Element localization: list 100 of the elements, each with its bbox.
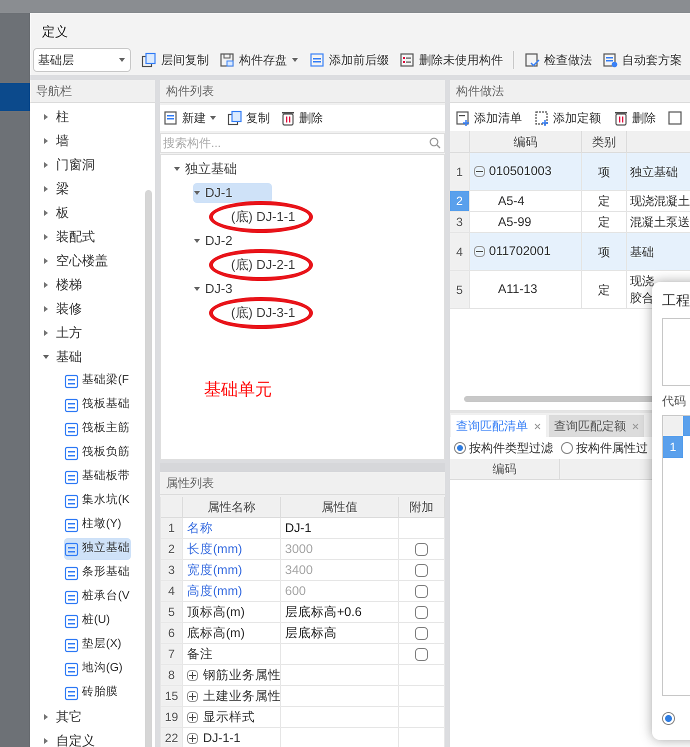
tree-item[interactable]: (底) DJ-2-1 [213,255,300,275]
nav-item[interactable]: 基础 [30,345,155,369]
caret-icon [291,56,299,64]
checkbox[interactable] [415,606,428,618]
table-cell: 备注 [183,644,281,665]
tree-item[interactable]: DJ-3 [193,279,236,299]
toolbar-button[interactable]: 删除 [280,109,323,127]
nav-item[interactable]: 空心楼盖 [30,249,155,273]
row-number[interactable]: 5 [450,271,470,309]
toolbar-button[interactable]: 添加清单 [455,109,522,127]
expand-toggle[interactable] [187,712,198,722]
tree-item[interactable]: (底) DJ-3-1 [213,303,300,323]
nav-subitem[interactable]: 垫层(X) [64,634,122,656]
document-gear-icon [602,52,618,68]
row-number: 22 [161,728,183,747]
nav-subitem[interactable]: 筏板主筋 [64,418,131,440]
row-number[interactable]: 4 [450,233,470,271]
tab[interactable]: 查询匹配清单 [451,415,546,437]
row-number: 19 [161,707,183,728]
toolbar-button[interactable]: 删除 [613,109,656,127]
plus-icon [189,672,196,678]
checkbox[interactable] [415,564,428,576]
nav-item[interactable]: 门窗洞 [30,153,155,177]
column-header: 属性值 [281,497,399,518]
tree-item[interactable]: (底) DJ-1-1 [213,207,300,227]
caret-down-icon [193,285,201,293]
toolbar-button[interactable]: 新建 [163,109,217,127]
nav-subitem[interactable]: 筏板负筋 [64,442,131,464]
toolbar-button[interactable]: 删除未使用构件 [399,50,503,68]
floor-select[interactable]: 基础层 [33,48,131,72]
nav-subitem[interactable]: 筏板基础 [64,394,131,416]
column-header: 编码 [470,131,582,153]
nav-subitem[interactable]: 基础梁(F [64,370,130,392]
toolbar-button[interactable]: 复制 [227,109,270,127]
table-cell-text: 混凝土泵送 [630,214,690,231]
caret-right-icon [42,713,50,721]
nav-subitem[interactable]: 桩(U) [64,610,111,632]
radio-button[interactable] [454,442,466,454]
scrollbar[interactable] [145,190,152,747]
nav-subitem[interactable]: 桩承台(V [64,586,130,608]
caret-right-icon [42,185,50,193]
expand-toggle[interactable] [187,732,198,744]
nav-subitem[interactable]: 地沟(G) [64,658,124,680]
caret-icon [118,56,126,64]
radio-option[interactable]: 按构件类型过滤 [454,439,553,457]
tree-item[interactable]: DJ-2 [193,231,236,251]
toolbar-button[interactable]: 自动套方案 [602,50,682,68]
checkbox[interactable] [415,626,428,640]
component-icon [64,686,79,700]
nav-subitem[interactable]: 柱墩(Y) [64,514,122,536]
nav-item[interactable]: 柱 [30,105,155,129]
nav-subitem[interactable]: 独立基础 [64,538,131,560]
row-number: 3 [161,560,183,581]
row-number[interactable]: 3 [450,212,470,233]
expand-toggle[interactable] [187,670,198,680]
nav-item[interactable]: 装配式 [30,225,155,249]
toolbar-button[interactable]: 添加前后缀 [309,50,389,68]
nav-item[interactable]: 其它 [30,705,155,729]
component-icon [64,614,79,628]
checkbox[interactable] [415,584,428,598]
table-cell: 层底标高+0.6 [281,602,399,623]
checkbox[interactable] [415,542,428,556]
nav-item[interactable]: 土方 [30,321,155,345]
table-cell: 定 [582,212,627,233]
tab[interactable]: 查询匹配定额 [549,415,644,437]
row-number[interactable]: 1 [450,153,470,191]
toolbar-button[interactable]: 添加定额 [534,109,601,127]
table-cell: 高度(mm) [183,581,281,602]
expand-toggle[interactable] [474,246,485,257]
caret-right-icon [42,113,50,121]
checkbox[interactable] [415,648,428,660]
nav-item[interactable]: 装修 [30,297,155,321]
component-icon [64,374,79,388]
tree-item[interactable]: 独立基础 [173,159,241,179]
toolbar-button[interactable]: 检查做法 [524,50,592,68]
nav-item[interactable]: 板 [30,201,155,225]
toolbar-button[interactable]: 层间复制 [141,50,209,68]
expand-toggle[interactable] [187,690,198,702]
table-cell: 3000 [281,539,399,560]
nav-subitem[interactable]: 基础板带 [64,466,131,488]
nav-subitem[interactable]: 砖胎膜 [64,682,119,704]
nav-item[interactable]: 墙 [30,129,155,153]
table-cell: 层底标高 [281,623,399,644]
search-field[interactable]: 搜索构件... [160,133,445,153]
component-icon [64,422,79,436]
column-header: 类别 [582,131,627,153]
nav-item[interactable]: 楼梯 [30,273,155,297]
row-number: 6 [161,623,183,644]
nav-item[interactable]: 自定义 [30,729,155,747]
column-header: 属性名称 [183,497,281,518]
tree-item[interactable]: DJ-1 [193,183,272,203]
table-cell: 名称 [183,518,281,539]
radio-option[interactable]: 按构件属性过 [561,439,648,457]
nav-subitem[interactable]: 集水坑(K [64,490,130,512]
toolbar-button[interactable]: 构件存盘 [219,50,299,68]
radio-button[interactable] [561,442,573,454]
expand-toggle[interactable] [474,166,485,177]
nav-item[interactable]: 梁 [30,177,155,201]
nav-subitem[interactable]: 条形基础 [64,562,131,584]
radio-button[interactable] [662,712,675,724]
